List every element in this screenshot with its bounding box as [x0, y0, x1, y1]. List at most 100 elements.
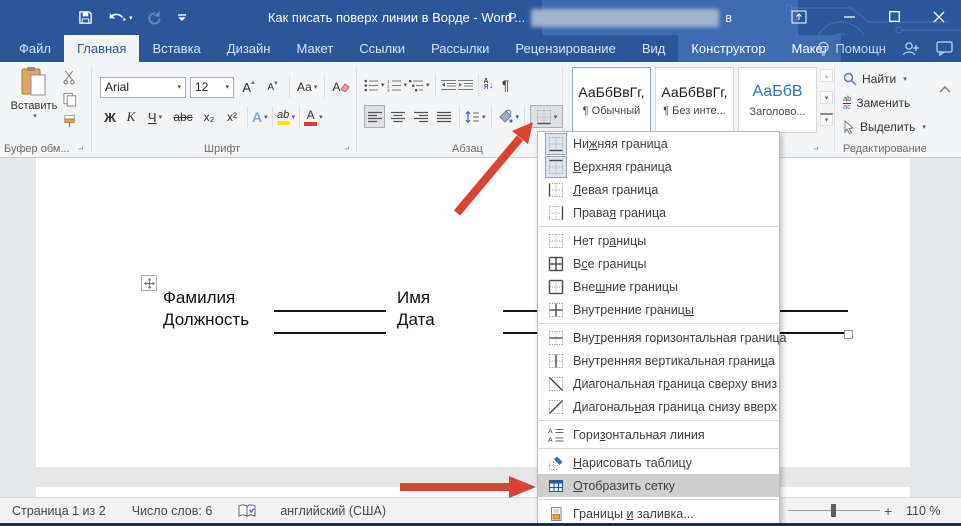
underline-button[interactable]: Ч▾ [142, 106, 168, 128]
styles-scroll-up-button[interactable]: ▴ [820, 69, 833, 82]
menu-item-border-right[interactable]: Правая граница [538, 201, 779, 224]
undo-button[interactable]: ▾ [107, 10, 133, 25]
menu-item-borders-shading[interactable]: Границы и заливка... [538, 502, 779, 525]
zoom-in-button[interactable]: + [884, 503, 892, 519]
font-dialog-launcher[interactable]: ⌐ [344, 144, 349, 154]
menu-item-horizontal-line[interactable]: ААГоризонтальная линия [538, 423, 779, 446]
cut-icon[interactable] [62, 70, 78, 85]
format-painter-icon[interactable] [62, 114, 78, 129]
style-card-normal[interactable]: АаБбВвГг, ¶ Обычный [572, 67, 651, 133]
menu-item-border-inside-v[interactable]: Внутренняя вертикальная граница [538, 349, 779, 372]
styles-more-button[interactable]: ▾ [820, 113, 833, 126]
font-color-button[interactable]: А▾ [304, 108, 323, 126]
menu-item-border-all[interactable]: Все границы [538, 252, 779, 275]
styles-scroll-down-button[interactable]: ▾ [820, 91, 833, 104]
redo-button[interactable] [147, 10, 163, 25]
style-card-no-spacing[interactable]: АаБбВвГг, ¶ Без инте... [655, 67, 734, 133]
help-area[interactable]: Помощн [817, 35, 953, 62]
clear-formatting-button[interactable]: А [332, 80, 350, 94]
font-size-combo[interactable]: 12▾ [190, 77, 234, 98]
grow-font-button[interactable]: А▴ [238, 77, 259, 98]
sort-button[interactable]: АЯ↓ [484, 79, 494, 91]
menu-item-border-outside[interactable]: Внешние границы [538, 275, 779, 298]
font-group-label: Шрифт [204, 143, 240, 155]
tab-рассылки[interactable]: Рассылки [418, 35, 502, 62]
strikethrough-button[interactable]: abc [169, 106, 197, 128]
bullets-button[interactable]: ▾ [364, 79, 385, 92]
show-marks-button[interactable]: ¶ [496, 77, 516, 93]
text-effects-button[interactable]: А▾ [252, 109, 268, 125]
close-button[interactable] [922, 0, 956, 33]
page-indicator[interactable]: Страница 1 из 2 [12, 504, 106, 518]
multilevel-list-button[interactable]: ▾ [409, 79, 430, 92]
style-card-heading[interactable]: АаБбВ Заголово... [738, 67, 817, 133]
decrease-indent-button[interactable] [441, 79, 456, 92]
menu-item-border-left[interactable]: Левая граница [538, 178, 779, 201]
table-cell-text[interactable]: Должность [163, 310, 249, 330]
document-area[interactable]: Фамилия Имя Должность Дата [0, 158, 961, 497]
zoom-percentage[interactable]: 110 % [906, 504, 941, 518]
increase-indent-button[interactable] [458, 79, 473, 92]
tab-главная[interactable]: Главная [64, 35, 139, 62]
minimize-button[interactable] [832, 0, 866, 33]
zoom-slider-thumb[interactable] [831, 504, 836, 517]
menu-item-border-none[interactable]: Нет границы [538, 229, 779, 252]
menu-item-label: Все границы [573, 257, 647, 271]
tab-макет[interactable]: Макет [283, 35, 346, 62]
tab-вид[interactable]: Вид [629, 35, 679, 62]
line-spacing-button[interactable]: ▾ [465, 110, 486, 124]
align-right-button[interactable] [410, 105, 431, 128]
numbering-button[interactable]: 123▾ [387, 79, 408, 92]
menu-item-border-top[interactable]: Верхняя граница [538, 155, 779, 178]
menu-item-border-bottom[interactable]: Нижняя граница [538, 132, 779, 155]
collapse-ribbon-button[interactable] [939, 80, 951, 90]
bold-button[interactable]: Ж [100, 106, 120, 128]
superscript-button[interactable]: x² [221, 106, 243, 128]
proofing-icon[interactable] [238, 504, 256, 519]
align-left-button[interactable] [364, 105, 385, 128]
borders-button[interactable]: ▾ [530, 105, 563, 128]
table-move-handle[interactable] [141, 275, 157, 291]
tab-рецензирование[interactable]: Рецензирование [502, 35, 628, 62]
tab-файл[interactable]: Файл [6, 35, 64, 62]
tab-конструктор[interactable]: Конструктор [678, 35, 778, 62]
menu-item-view-gridlines[interactable]: Отобразить сетку [538, 474, 779, 497]
account-area[interactable]: Р... в [508, 0, 732, 35]
maximize-button[interactable] [877, 0, 911, 33]
tab-ссылки[interactable]: Ссылки [346, 35, 418, 62]
ribbon-display-options-button[interactable] [782, 0, 816, 33]
save-button[interactable] [78, 10, 93, 25]
menu-item-border-inside[interactable]: Внутренние границы [538, 298, 779, 321]
align-center-button[interactable] [387, 105, 408, 128]
italic-button[interactable]: К [121, 106, 141, 128]
change-case-button[interactable]: Аа▾ [297, 80, 317, 94]
comments-icon[interactable] [936, 41, 953, 56]
shrink-font-button[interactable]: А▾ [263, 77, 282, 98]
shading-button[interactable]: ▾ [497, 109, 520, 124]
font-family-combo[interactable]: Arial▾ [100, 77, 186, 98]
select-button[interactable]: Выделить▾ [843, 120, 926, 134]
tab-вставка[interactable]: Вставка [139, 35, 213, 62]
menu-item-border-diag-up[interactable]: Диагональная граница снизу вверх [538, 395, 779, 418]
customize-qat-button[interactable] [177, 12, 187, 24]
table-cell-text[interactable]: Фамилия [163, 288, 235, 308]
copy-icon[interactable] [62, 92, 78, 107]
paste-button[interactable]: Вставить ▾ [8, 66, 60, 138]
justify-button[interactable] [433, 105, 454, 128]
menu-item-border-diag-down[interactable]: Диагональная граница сверху вниз [538, 372, 779, 395]
styles-dialog-launcher[interactable]: ⌐ [813, 144, 818, 154]
replace-button[interactable]: abac Заменить [843, 96, 910, 110]
tab-дизайн[interactable]: Дизайн [214, 35, 284, 62]
table-cell-text[interactable]: Имя [397, 288, 430, 308]
share-person-icon[interactable] [902, 41, 920, 56]
subscript-button[interactable]: x₂ [198, 106, 220, 128]
menu-item-border-inside-h[interactable]: Внутренняя горизонтальная граница [538, 326, 779, 349]
table-resize-handle[interactable] [844, 330, 853, 339]
table-cell-text[interactable]: Дата [397, 310, 435, 330]
clipboard-dialog-launcher[interactable]: ⌐ [78, 144, 83, 154]
word-count[interactable]: Число слов: 6 [132, 504, 213, 518]
highlight-button[interactable]: ab▾ [277, 109, 296, 125]
language-indicator[interactable]: английский (США) [280, 504, 386, 518]
find-button[interactable]: Найти▾ [843, 72, 907, 86]
menu-item-draw-table[interactable]: Нарисовать таблицу [538, 451, 779, 474]
